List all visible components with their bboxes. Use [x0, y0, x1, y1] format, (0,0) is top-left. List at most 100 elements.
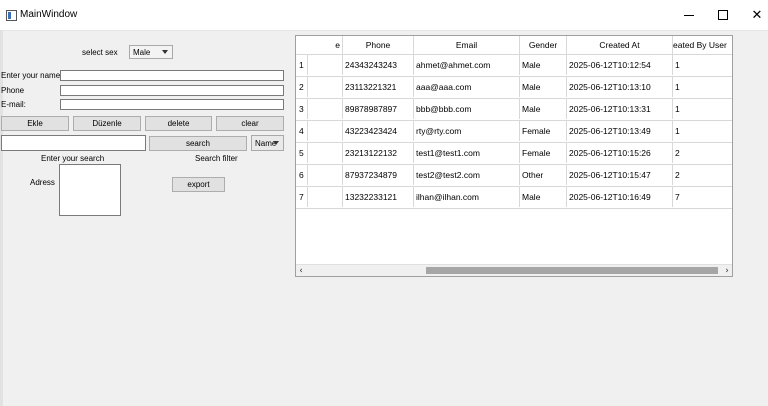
table-cell-gender: Female	[520, 120, 567, 141]
app-window-icon	[6, 10, 17, 21]
table-cell-gender: Male	[520, 54, 567, 75]
row-number: 4	[296, 120, 308, 141]
minimize-button[interactable]	[672, 0, 706, 30]
table-row[interactable]: 3 89878987897 bbb@bbb.com Male 2025-06-1…	[296, 98, 732, 121]
select-sex-label: select sex	[82, 48, 118, 57]
table-cell-phone: 13232233121	[343, 186, 414, 207]
column-header-phone[interactable]: Phone	[343, 36, 414, 54]
table-cell-email: ahmet@ahmet.com	[414, 54, 520, 75]
table-cell-created-at: 2025-06-12T10:13:10	[567, 76, 673, 97]
table-cell-gender: Other	[520, 164, 567, 185]
table-cell-created-by: 2	[675, 147, 680, 158]
scroll-left-icon[interactable]: ‹	[296, 265, 306, 276]
table-cell-phone: 89878987897	[343, 98, 414, 119]
column-header-name[interactable]: e	[296, 36, 343, 54]
minimize-icon	[684, 14, 694, 16]
adress-textarea[interactable]	[59, 164, 121, 216]
table-cell-created-by: 7	[675, 191, 680, 202]
table-cell-created-at: 2025-06-12T10:16:49	[567, 186, 673, 207]
table-cell-phone: 23213122132	[343, 142, 414, 163]
table-cell-email: bbb@bbb.com	[414, 98, 520, 119]
maximize-icon	[718, 10, 728, 20]
email-input[interactable]	[60, 99, 284, 110]
table-cell-email: ilhan@ilhan.com	[414, 186, 520, 207]
table-cell-name	[308, 98, 343, 119]
table-row[interactable]: 5 23213122132 test1@test1.com Female 202…	[296, 142, 732, 165]
table-row[interactable]: 6 87937234879 test2@test2.com Other 2025…	[296, 164, 732, 187]
table-cell-email: test1@test1.com	[414, 142, 520, 163]
column-header-created-at[interactable]: Created At	[567, 36, 673, 54]
table-row[interactable]: 1 24343243243 ahmet@ahmet.com Male 2025-…	[296, 54, 732, 77]
maximize-button[interactable]	[706, 0, 740, 30]
sex-combobox-value: Male	[133, 47, 151, 57]
table-cell-name	[308, 142, 343, 163]
clear-button[interactable]: clear	[216, 116, 284, 131]
table-cell-phone: 43223423424	[343, 120, 414, 141]
name-label: Enter your name	[1, 71, 61, 80]
table-row[interactable]: 4 43223423424 rty@rty.com Female 2025-06…	[296, 120, 732, 143]
table-row[interactable]: 2 23113221321 aaa@aaa.com Male 2025-06-1…	[296, 76, 732, 99]
window-title: MainWindow	[20, 9, 78, 20]
row-number: 2	[296, 76, 308, 97]
table-cell-phone: 24343243243	[343, 54, 414, 75]
table-cell-gender: Male	[520, 186, 567, 207]
table-cell-phone: 23113221321	[343, 76, 414, 97]
table-cell-created-at: 2025-06-12T10:15:26	[567, 142, 673, 163]
row-number: 7	[296, 186, 308, 207]
table-cell-email: test2@test2.com	[414, 164, 520, 185]
sex-combobox[interactable]: Male	[129, 45, 173, 59]
table-cell-gender: Male	[520, 76, 567, 97]
row-number: 3	[296, 98, 308, 119]
column-header-email[interactable]: Email	[414, 36, 520, 54]
scroll-right-icon[interactable]: ›	[722, 265, 732, 276]
chevron-down-icon	[162, 50, 168, 54]
table-cell-created-by: 1	[675, 103, 680, 114]
search-filter-label: Search filter	[195, 154, 238, 163]
table-row[interactable]: 7 13232233121 ilhan@ilhan.com Male 2025-…	[296, 186, 732, 209]
table-cell-gender: Male	[520, 98, 567, 119]
duzenle-button[interactable]: Düzenle	[73, 116, 141, 131]
table-cell-email: aaa@aaa.com	[414, 76, 520, 97]
close-icon: ✕	[751, 7, 763, 23]
table-cell-created-by: 1	[675, 125, 680, 136]
table-cell-name	[308, 164, 343, 185]
search-filter-combobox[interactable]: Name	[251, 135, 284, 151]
table-cell-name	[308, 76, 343, 97]
table-cell-created-at: 2025-06-12T10:13:49	[567, 120, 673, 141]
name-input[interactable]	[60, 70, 284, 81]
adress-label: Adress	[30, 178, 55, 187]
table-cell-name	[308, 54, 343, 75]
table-cell-created-at: 2025-06-12T10:12:54	[567, 54, 673, 75]
search-input[interactable]	[1, 135, 146, 151]
table-cell-gender: Female	[520, 142, 567, 163]
scrollbar-thumb[interactable]	[426, 267, 718, 274]
table-cell-created-at: 2025-06-12T10:13:31	[567, 98, 673, 119]
table-cell-created-by: 2	[675, 169, 680, 180]
email-label: E-mail:	[1, 100, 26, 109]
table-cell-email: rty@rty.com	[414, 120, 520, 141]
close-button[interactable]: ✕	[740, 0, 768, 30]
table-cell-name	[308, 120, 343, 141]
ekle-button[interactable]: Ekle	[1, 116, 69, 131]
enter-search-label: Enter your search	[41, 154, 105, 163]
horizontal-scrollbar[interactable]: ‹ ›	[296, 264, 732, 276]
row-number: 6	[296, 164, 308, 185]
column-header-created-by-user[interactable]: eated By User	[673, 36, 732, 54]
row-number: 5	[296, 142, 308, 163]
phone-input[interactable]	[60, 85, 284, 96]
column-header-gender[interactable]: Gender	[520, 36, 567, 54]
search-button[interactable]: search	[149, 136, 247, 151]
chevron-down-icon	[273, 141, 279, 145]
table-cell-phone: 87937234879	[343, 164, 414, 185]
table-cell-name	[308, 186, 343, 207]
table-cell-created-by: 1	[675, 59, 680, 70]
export-button[interactable]: export	[172, 177, 225, 192]
delete-button[interactable]: delete	[145, 116, 212, 131]
table-cell-created-by: 1	[675, 81, 680, 92]
users-table[interactable]: e Phone Email Gender Created At eated By…	[295, 35, 733, 277]
row-number: 1	[296, 54, 308, 75]
title-bar: MainWindow ✕	[0, 0, 768, 31]
table-cell-created-at: 2025-06-12T10:15:47	[567, 164, 673, 185]
phone-label: Phone	[1, 86, 25, 95]
table-header: e Phone Email Gender Created At eated By…	[296, 36, 732, 55]
